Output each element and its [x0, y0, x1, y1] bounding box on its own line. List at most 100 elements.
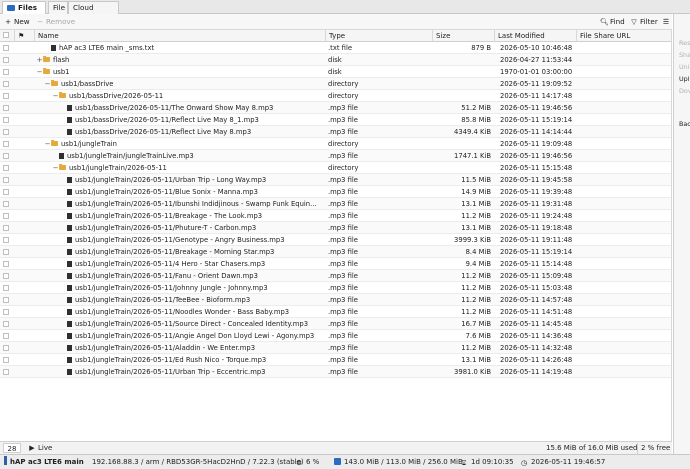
select-all-checkbox[interactable]: [0, 30, 14, 42]
row-checkbox[interactable]: [3, 126, 11, 138]
device-name: hAP ac3 LTE6 main: [4, 456, 84, 469]
column-header-last-modified[interactable]: Last Modified: [494, 30, 576, 42]
row-checkbox[interactable]: [3, 366, 11, 378]
memory-usage-text: 143.0 MiB / 113.0 MiB / 256.0 MiB: [344, 458, 463, 466]
table-row[interactable]: usb1/jungleTrain/2026-05-11/4 Hero - Sta…: [0, 258, 671, 270]
side-item-res[interactable]: Res: [679, 39, 690, 47]
new-button[interactable]: + New: [4, 16, 30, 28]
tab-cloud-backup[interactable]: Cloud Backup: [68, 1, 119, 24]
table-row[interactable]: − usb1/bassDrive/2026-05-11 directory 2026-…: [0, 90, 671, 102]
table-row[interactable]: usb1/jungleTrain/2026-05-11/Aladdin - We…: [0, 342, 671, 354]
find-button[interactable]: 🔍︎Find: [600, 16, 625, 28]
collapse-icon[interactable]: −: [52, 162, 59, 174]
collapse-icon[interactable]: −: [36, 66, 43, 78]
table-row[interactable]: usb1/bassDrive/2026-05-11/The Onward Sho…: [0, 102, 671, 114]
row-checkbox[interactable]: [3, 150, 11, 162]
table-row[interactable]: usb1/jungleTrain/2026-05-11/Breakage - T…: [0, 210, 671, 222]
row-checkbox[interactable]: [3, 210, 11, 222]
table-row[interactable]: usb1/jungleTrain/2026-05-11/Angie Angel …: [0, 330, 671, 342]
row-checkbox[interactable]: [3, 174, 11, 186]
row-checkbox[interactable]: [3, 138, 11, 150]
row-checkbox[interactable]: [3, 66, 11, 78]
row-checkbox[interactable]: [3, 258, 11, 270]
file-name: usb1/jungleTrain/2026-05-11/Breakage - T…: [75, 212, 263, 220]
row-checkbox[interactable]: [3, 306, 11, 318]
menu-button[interactable]: ☰: [662, 16, 672, 28]
collapse-icon[interactable]: −: [52, 90, 59, 102]
flag-column-header[interactable]: ⚑: [14, 30, 34, 42]
row-checkbox[interactable]: [3, 354, 11, 366]
table-row[interactable]: usb1/jungleTrain/2026-05-11/Ibunshi Indi…: [0, 198, 671, 210]
side-item-upl[interactable]: Upl: [679, 75, 690, 83]
size-cell: 7.6 MiB: [465, 332, 491, 340]
name-cell: usb1/bassDrive/2026-05-11/Reflect Live M…: [36, 114, 324, 126]
row-checkbox[interactable]: [3, 282, 11, 294]
type-cell: .mp3 file: [328, 272, 358, 280]
side-item-dov[interactable]: Dov: [679, 87, 690, 95]
name-cell: usb1/jungleTrain/2026-05-11/Phuture-T - …: [36, 222, 324, 234]
row-checkbox[interactable]: [3, 78, 11, 90]
row-checkbox[interactable]: [3, 294, 11, 306]
table-row[interactable]: − usb1/jungleTrain directory 2026-05-11 19:…: [0, 138, 671, 150]
row-checkbox[interactable]: [3, 162, 11, 174]
column-header-file-share-url[interactable]: File Share URL: [576, 30, 671, 42]
tab-file[interactable]: File: [48, 1, 68, 14]
table-row[interactable]: usb1/jungleTrain/2026-05-11/Noodles Wond…: [0, 306, 671, 318]
table-row[interactable]: usb1/jungleTrain/2026-05-11/Genotype - A…: [0, 234, 671, 246]
row-checkbox[interactable]: [3, 222, 11, 234]
table-row[interactable]: − usb1/jungleTrain/2026-05-11 directory 202…: [0, 162, 671, 174]
table-row[interactable]: usb1/bassDrive/2026-05-11/Reflect Live M…: [0, 126, 671, 138]
row-checkbox[interactable]: [3, 270, 11, 282]
size-cell: 11.2 MiB: [461, 284, 491, 292]
table-row[interactable]: hAP ac3 LTE6 main _sms.txt .txt file 879 B…: [0, 42, 671, 54]
row-checkbox[interactable]: [3, 186, 11, 198]
table-row[interactable]: usb1/jungleTrain/2026-05-11/Source Direc…: [0, 318, 671, 330]
row-checkbox[interactable]: [3, 342, 11, 354]
live-toggle[interactable]: ▶ Live: [28, 443, 52, 454]
tab-bar: Files File Cloud Backup: [0, 0, 690, 24]
row-checkbox[interactable]: [3, 198, 11, 210]
size-cell: 11.2 MiB: [461, 344, 491, 352]
table-row[interactable]: usb1/jungleTrain/2026-05-11/Fanu - Orien…: [0, 270, 671, 282]
row-checkbox[interactable]: [3, 246, 11, 258]
row-checkbox[interactable]: [3, 330, 11, 342]
checkbox-box: [3, 57, 9, 63]
row-checkbox[interactable]: [3, 54, 11, 66]
table-row[interactable]: − usb1 disk 1970-01-01 03:00:00: [0, 66, 671, 78]
collapse-icon[interactable]: −: [44, 138, 51, 150]
table-row[interactable]: usb1/jungleTrain/2026-05-11/TeeBee - Bio…: [0, 294, 671, 306]
row-checkbox[interactable]: [3, 114, 11, 126]
table-row[interactable]: usb1/jungleTrain/2026-05-11/Breakage - M…: [0, 246, 671, 258]
device-info: 192.168.88.3 / arm / RBD53GR-5HacD2HnD /…: [92, 458, 304, 466]
remove-button[interactable]: − Remove: [36, 16, 75, 28]
table-row[interactable]: usb1/jungleTrain/jungleTrainLive.mp3 .mp3…: [0, 150, 671, 162]
filter-button[interactable]: ▽ Filter: [630, 16, 658, 28]
checkbox-box: [3, 357, 9, 363]
column-header-type[interactable]: Type: [325, 30, 432, 42]
table-row[interactable]: usb1/jungleTrain/2026-05-11/Phuture-T - …: [0, 222, 671, 234]
table-row[interactable]: usb1/jungleTrain/2026-05-11/Urban Trip -…: [0, 366, 671, 378]
table-row[interactable]: usb1/jungleTrain/2026-05-11/Ed Rush Nico…: [0, 354, 671, 366]
file-name: usb1/bassDrive: [61, 80, 114, 88]
table-row[interactable]: + flash disk 2026-04-27 11:53:44: [0, 54, 671, 66]
collapse-icon[interactable]: −: [44, 78, 51, 90]
row-checkbox[interactable]: [3, 318, 11, 330]
column-header-size[interactable]: Size: [432, 30, 494, 42]
column-header-name[interactable]: Name: [34, 30, 325, 42]
side-item-uni[interactable]: Uni: [679, 63, 690, 71]
table-row[interactable]: usb1/jungleTrain/2026-05-11/Blue Sonix -…: [0, 186, 671, 198]
row-checkbox[interactable]: [3, 102, 11, 114]
table-row[interactable]: usb1/jungleTrain/2026-05-11/Urban Trip -…: [0, 174, 671, 186]
table-header: ⚑ Name Type Size Last Modified File Shar…: [0, 30, 671, 42]
side-item-sha[interactable]: Sha: [679, 51, 690, 59]
table-row[interactable]: usb1/jungleTrain/2026-05-11/Johnny Jungl…: [0, 282, 671, 294]
row-checkbox[interactable]: [3, 42, 11, 54]
tab-files[interactable]: Files: [2, 1, 46, 14]
table-row[interactable]: − usb1/bassDrive directory 2026-05-11 19:09…: [0, 78, 671, 90]
expand-icon[interactable]: +: [36, 54, 43, 66]
side-item-bac[interactable]: Bac: [679, 120, 690, 128]
row-checkbox[interactable]: [3, 234, 11, 246]
table-row[interactable]: usb1/bassDrive/2026-05-11/Reflect Live M…: [0, 114, 671, 126]
row-checkbox[interactable]: [3, 90, 11, 102]
file-icon: [51, 45, 56, 51]
